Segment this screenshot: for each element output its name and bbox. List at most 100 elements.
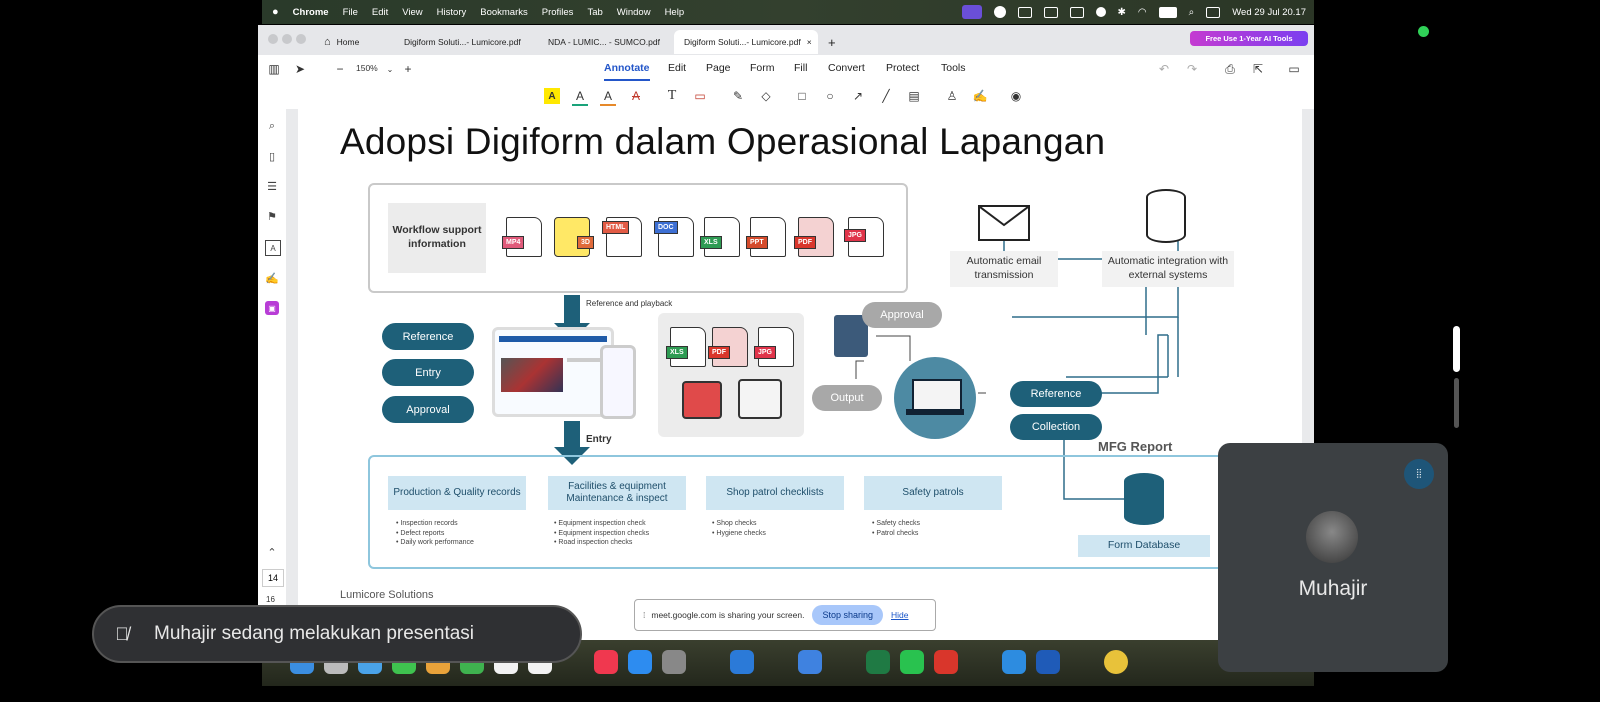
envelope-icon: [978, 205, 1030, 241]
menu-chrome[interactable]: Chrome: [293, 7, 329, 18]
zoom-level[interactable]: 150%: [356, 63, 378, 73]
tab-digiform-1[interactable]: Digiform Soluti...- Lumicore.pdf: [394, 30, 534, 54]
panel-toggle-icon[interactable]: ▭: [1286, 61, 1302, 77]
menu-tab[interactable]: Tab: [587, 7, 602, 18]
new-tab-button[interactable]: +: [818, 30, 842, 54]
system-settings-icon[interactable]: [662, 650, 686, 674]
menu-extra-icon[interactable]: [1017, 6, 1032, 18]
battery-icon[interactable]: [1158, 6, 1177, 18]
printer-icon: [738, 379, 782, 419]
stop-sharing-button[interactable]: Stop sharing: [812, 605, 883, 625]
share-icon[interactable]: ⇱: [1250, 61, 1266, 77]
side-scroll-indicator[interactable]: [1453, 326, 1460, 372]
whatsapp-icon[interactable]: [900, 650, 924, 674]
search-icon[interactable]: ⌕: [265, 119, 279, 133]
signature-icon[interactable]: ✍: [972, 88, 988, 104]
tab-home[interactable]: ⌂ Home: [314, 30, 394, 54]
maps-icon[interactable]: [798, 650, 822, 674]
cloud-icon[interactable]: [1069, 6, 1084, 18]
outlook-icon[interactable]: [1036, 650, 1060, 674]
measure-icon[interactable]: ▤: [906, 88, 922, 104]
undo-icon[interactable]: ↶: [1156, 61, 1172, 77]
text-tool-icon[interactable]: T: [664, 88, 680, 104]
menu-window[interactable]: Window: [617, 7, 651, 18]
menu-annotate[interactable]: Annotate: [604, 62, 650, 81]
menu-tools[interactable]: Tools: [941, 62, 966, 74]
chrome-icon[interactable]: [1104, 650, 1128, 674]
text-box-icon[interactable]: A: [265, 240, 281, 256]
arrow-icon[interactable]: ↗: [850, 88, 866, 104]
menu-view[interactable]: View: [402, 7, 422, 18]
page-icon[interactable]: ▯: [265, 149, 279, 163]
sync-icon[interactable]: [1043, 6, 1058, 18]
eraser-icon[interactable]: ◇: [758, 88, 774, 104]
rectangle-icon[interactable]: □: [794, 88, 810, 104]
page-current[interactable]: 14: [262, 569, 284, 587]
search-icon[interactable]: ⌕: [1189, 7, 1195, 18]
redo-icon[interactable]: ↷: [1184, 61, 1200, 77]
headphones-icon[interactable]: [1095, 7, 1106, 17]
wifi-icon[interactable]: ◠: [1138, 7, 1147, 18]
menu-edit-pdf[interactable]: Edit: [668, 62, 686, 74]
menu-file[interactable]: File: [343, 7, 358, 18]
underline-text-icon[interactable]: A: [572, 88, 588, 106]
print-icon[interactable]: ⎙: [1222, 61, 1238, 77]
list-item: Daily work performance: [396, 538, 474, 548]
participant-tile[interactable]: ⦙⦙ Muhajir: [1218, 443, 1448, 672]
outline-icon[interactable]: ☰: [265, 179, 279, 193]
signature-sidebar-icon[interactable]: ✍: [265, 271, 279, 285]
zoom-window-button[interactable]: [296, 34, 306, 44]
highlight-icon[interactable]: A: [544, 88, 560, 104]
tab-digiform-active[interactable]: Digiform Soluti...- Lumicore.pdf ×: [674, 30, 818, 54]
zoom-out-icon[interactable]: −: [332, 61, 348, 77]
eye-icon[interactable]: ◉: [1008, 88, 1024, 104]
menu-profiles[interactable]: Profiles: [542, 7, 574, 18]
category-safety: Safety patrols: [864, 476, 1002, 510]
control-center-icon[interactable]: [1206, 6, 1221, 18]
app-store-icon[interactable]: [628, 650, 652, 674]
menu-edit[interactable]: Edit: [372, 7, 388, 18]
menu-convert[interactable]: Convert: [828, 62, 865, 74]
hide-link[interactable]: Hide: [891, 610, 908, 620]
squiggly-text-icon[interactable]: A: [600, 88, 616, 106]
excel-icon[interactable]: [866, 650, 890, 674]
tab-nda[interactable]: NDA - LUMIC... - SUMCO.pdf: [538, 30, 674, 54]
menu-fill[interactable]: Fill: [794, 62, 807, 74]
menu-page[interactable]: Page: [706, 62, 731, 74]
screen-share-status-icon[interactable]: [961, 5, 982, 19]
chevron-down-icon[interactable]: ⌄: [382, 61, 398, 77]
music-icon[interactable]: [594, 650, 618, 674]
pencil-icon[interactable]: ✎: [730, 88, 746, 104]
minimize-window-button[interactable]: [282, 34, 292, 44]
docker-icon[interactable]: [1002, 650, 1026, 674]
apple-icon[interactable]: ●: [272, 6, 279, 18]
menu-form[interactable]: Form: [750, 62, 775, 74]
circle-icon[interactable]: ○: [822, 88, 838, 104]
stamp-icon[interactable]: ♙: [944, 88, 960, 104]
line-icon[interactable]: ╱: [878, 88, 894, 104]
close-window-button[interactable]: [268, 34, 278, 44]
strikethrough-text-icon[interactable]: A: [628, 88, 644, 104]
chevron-up-icon[interactable]: ⌃: [265, 545, 279, 559]
vscode-icon[interactable]: [730, 650, 754, 674]
drag-handle-icon[interactable]: ⁞: [643, 610, 645, 620]
menu-help[interactable]: Help: [665, 7, 685, 18]
sharing-text: meet.google.com is sharing your screen.: [651, 610, 805, 620]
menu-bookmarks[interactable]: Bookmarks: [480, 7, 528, 18]
cursor-tool-icon[interactable]: ➤: [292, 61, 308, 77]
add-circle-icon[interactable]: [993, 6, 1006, 18]
bluetooth-icon[interactable]: ✱: [1118, 7, 1126, 18]
menubar-datetime[interactable]: Wed 29 Jul 20.17: [1232, 7, 1306, 18]
pdf-app-icon[interactable]: [934, 650, 958, 674]
bookmark-icon[interactable]: ⚑: [265, 209, 279, 223]
menu-protect[interactable]: Protect: [886, 62, 919, 74]
comment-icon[interactable]: ▭: [692, 88, 708, 104]
close-tab-icon[interactable]: ×: [807, 37, 812, 47]
sidebar-toggle-icon[interactable]: ▥: [266, 61, 282, 77]
ai-tools-promo-button[interactable]: Free Use 1-Year AI Tools: [1190, 31, 1308, 46]
menu-history[interactable]: History: [437, 7, 467, 18]
mic-off-icon[interactable]: 🎙̸: [106, 618, 138, 650]
zoom-in-icon[interactable]: +: [400, 61, 416, 77]
list-item: Road inspection checks: [554, 538, 649, 548]
ai-assistant-icon[interactable]: ▣: [265, 301, 279, 315]
